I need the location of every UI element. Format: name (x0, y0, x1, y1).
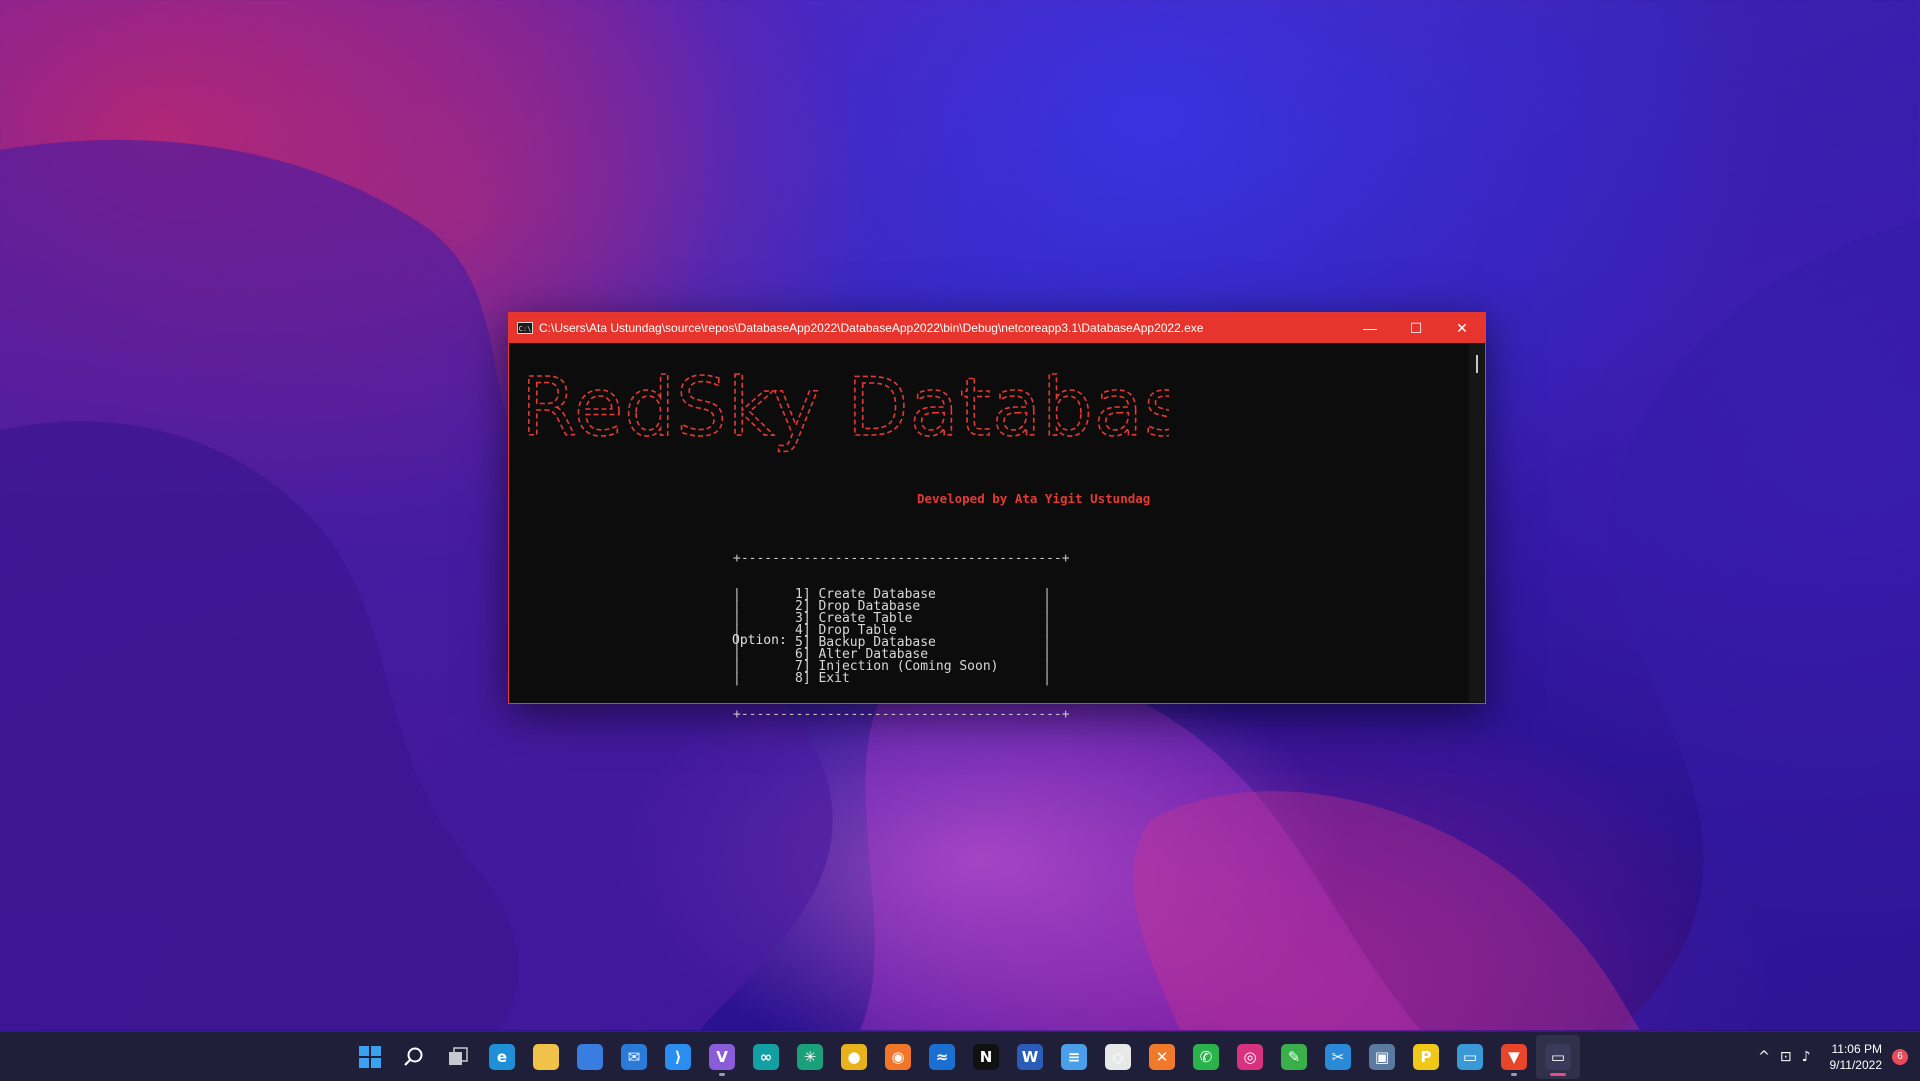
minimize-button[interactable]: — (1347, 313, 1393, 343)
powertoys-icon-glyph: P (1413, 1043, 1439, 1070)
app-installer-icon[interactable]: ▣ (1360, 1035, 1404, 1079)
remote-desktop-icon-glyph: ▭ (1457, 1043, 1483, 1070)
snipping-tool-icon[interactable]: ✂ (1316, 1035, 1360, 1079)
firefox-icon[interactable]: ◉ (876, 1035, 920, 1079)
window-title: C:\Users\Ata Ustundag\source\repos\Datab… (539, 321, 1204, 335)
netflix-icon-glyph: N (973, 1043, 999, 1070)
chat-app-icon-glyph: ✎ (1281, 1043, 1307, 1070)
menu-border-bottom: +---------------------------------------… (733, 707, 1070, 722)
console-taskbar-icon-glyph: ▭ (1545, 1043, 1571, 1070)
whatsapp-icon[interactable]: ✆ (1184, 1035, 1228, 1079)
firefox-icon-glyph: ◉ (885, 1043, 911, 1070)
snipping-tool-icon-glyph: ✂ (1325, 1043, 1351, 1070)
clock[interactable]: 11:06 PM 9/11/2022 (1830, 1041, 1883, 1073)
menu-item: | 7] Injection (Coming Soon) | (733, 660, 1051, 673)
vscode-icon[interactable]: ⟩ (656, 1035, 700, 1079)
whatsapp-icon-glyph: ✆ (1193, 1043, 1219, 1070)
clock-time: 11:06 PM (1831, 1041, 1882, 1056)
store-icon[interactable] (568, 1035, 612, 1079)
menu-item-label: 8] Exit (795, 671, 850, 686)
chatgpt-icon-glyph: ✳ (797, 1043, 823, 1070)
whiteboard-icon-glyph: ≈ (929, 1043, 955, 1070)
chatgpt-icon[interactable]: ✳ (788, 1035, 832, 1079)
instagram-icon-glyph: ◎ (1237, 1043, 1263, 1070)
option-prompt[interactable]: Option: (732, 633, 787, 648)
netflix-icon[interactable]: N (964, 1035, 1008, 1079)
chrome-icon-glyph: ● (841, 1043, 867, 1070)
brave-icon-glyph: ▼ (1501, 1043, 1527, 1070)
arduino-icon-glyph: ∞ (753, 1043, 779, 1070)
clock-date: 9/11/2022 (1829, 1057, 1883, 1072)
notepad-icon-glyph: ≡ (1061, 1043, 1087, 1070)
search-icon[interactable] (392, 1035, 436, 1079)
word-icon-glyph: W (1017, 1043, 1043, 1070)
running-indicator (1550, 1072, 1566, 1076)
powertoys-icon[interactable]: P (1404, 1035, 1448, 1079)
chrome-icon[interactable]: ● (832, 1035, 876, 1079)
unity-icon[interactable]: ◇ (1096, 1035, 1140, 1079)
remote-desktop-icon[interactable]: ▭ (1448, 1035, 1492, 1079)
menu-border-right: | (1043, 671, 1051, 686)
taskbar-apps: e ✉ ⟩ V ∞ ✳ ● ◉ ≈ N W ≡ ◇ ✕ ✆ ◎ ✎ ✂ ▣ P ▭ ▼ ▭ (348, 1032, 1580, 1081)
edge-icon-glyph: e (489, 1043, 515, 1070)
console-app-icon: C:\ (517, 322, 533, 334)
unity-icon-glyph: ◇ (1105, 1043, 1131, 1070)
ascii-banner: RedSky Database (519, 365, 1169, 465)
xampp-icon-glyph: ✕ (1149, 1043, 1175, 1070)
notification-badge[interactable]: 6 (1892, 1048, 1908, 1065)
app-installer-icon-glyph: ▣ (1369, 1043, 1395, 1070)
start-icon-glyph (357, 1044, 383, 1070)
title-bar[interactable]: C:\ C:\Users\Ata Ustundag\source\repos\D… (509, 313, 1485, 343)
console-window[interactable]: C:\ C:\Users\Ata Ustundag\source\repos\D… (508, 312, 1486, 721)
banner-text: RedSky Database (521, 365, 1169, 454)
maximize-button[interactable]: ☐ (1393, 313, 1439, 343)
brave-icon[interactable]: ▼ (1492, 1035, 1536, 1079)
vscode-icon-glyph: ⟩ (665, 1043, 691, 1070)
volume-icon[interactable]: ♪ (1802, 1049, 1811, 1065)
mail-icon-glyph: ✉ (621, 1043, 647, 1070)
developer-credit: Developed by Ata Yigit Ustundag (917, 491, 1151, 506)
menu-border-top: +---------------------------------------… (733, 551, 1070, 566)
visual-studio-icon-glyph: V (709, 1043, 735, 1070)
system-tray: ^ ⊡ ♪ 11:06 PM 9/11/2022 6 (1753, 1032, 1920, 1081)
running-indicator (1511, 1072, 1517, 1076)
close-button[interactable]: ✕ (1439, 313, 1485, 343)
running-indicator (719, 1072, 725, 1076)
menu-item: | 8] Exit | (733, 671, 1051, 686)
mail-icon[interactable]: ✉ (612, 1035, 656, 1079)
notepad-icon[interactable]: ≡ (1052, 1035, 1096, 1079)
word-icon[interactable]: W (1008, 1035, 1052, 1079)
visual-studio-icon[interactable]: V (700, 1035, 744, 1079)
scrollbar[interactable] (1469, 343, 1485, 702)
console-output[interactable]: RedSky Database Developed by Ata Yigit U… (509, 343, 1485, 721)
instagram-icon[interactable]: ◎ (1228, 1035, 1272, 1079)
task-view-icon-glyph (445, 1044, 471, 1070)
search-icon-glyph (401, 1044, 427, 1070)
console-taskbar-icon[interactable]: ▭ (1536, 1034, 1580, 1079)
store-icon-glyph (577, 1043, 603, 1070)
arduino-icon[interactable]: ∞ (744, 1035, 788, 1079)
xampp-icon[interactable]: ✕ (1140, 1035, 1184, 1079)
chat-app-icon[interactable]: ✎ (1272, 1035, 1316, 1079)
task-view-icon[interactable] (436, 1035, 480, 1079)
edge-icon[interactable]: e (480, 1035, 524, 1079)
scroll-thumb[interactable] (1476, 355, 1478, 373)
file-explorer-icon-glyph (533, 1043, 559, 1070)
start-icon[interactable] (348, 1035, 392, 1079)
network-icon[interactable]: ⊡ (1780, 1049, 1792, 1065)
menu-border-left: | (733, 671, 741, 686)
tray-chevron-icon[interactable]: ^ (1758, 1049, 1770, 1065)
taskbar: e ✉ ⟩ V ∞ ✳ ● ◉ ≈ N W ≡ ◇ ✕ ✆ ◎ ✎ ✂ ▣ P ▭ ▼ ▭ ^ ⊡ ♪ 11:06 PM 9… (0, 1031, 1920, 1081)
whiteboard-icon[interactable]: ≈ (920, 1035, 964, 1079)
file-explorer-icon[interactable] (524, 1035, 568, 1079)
